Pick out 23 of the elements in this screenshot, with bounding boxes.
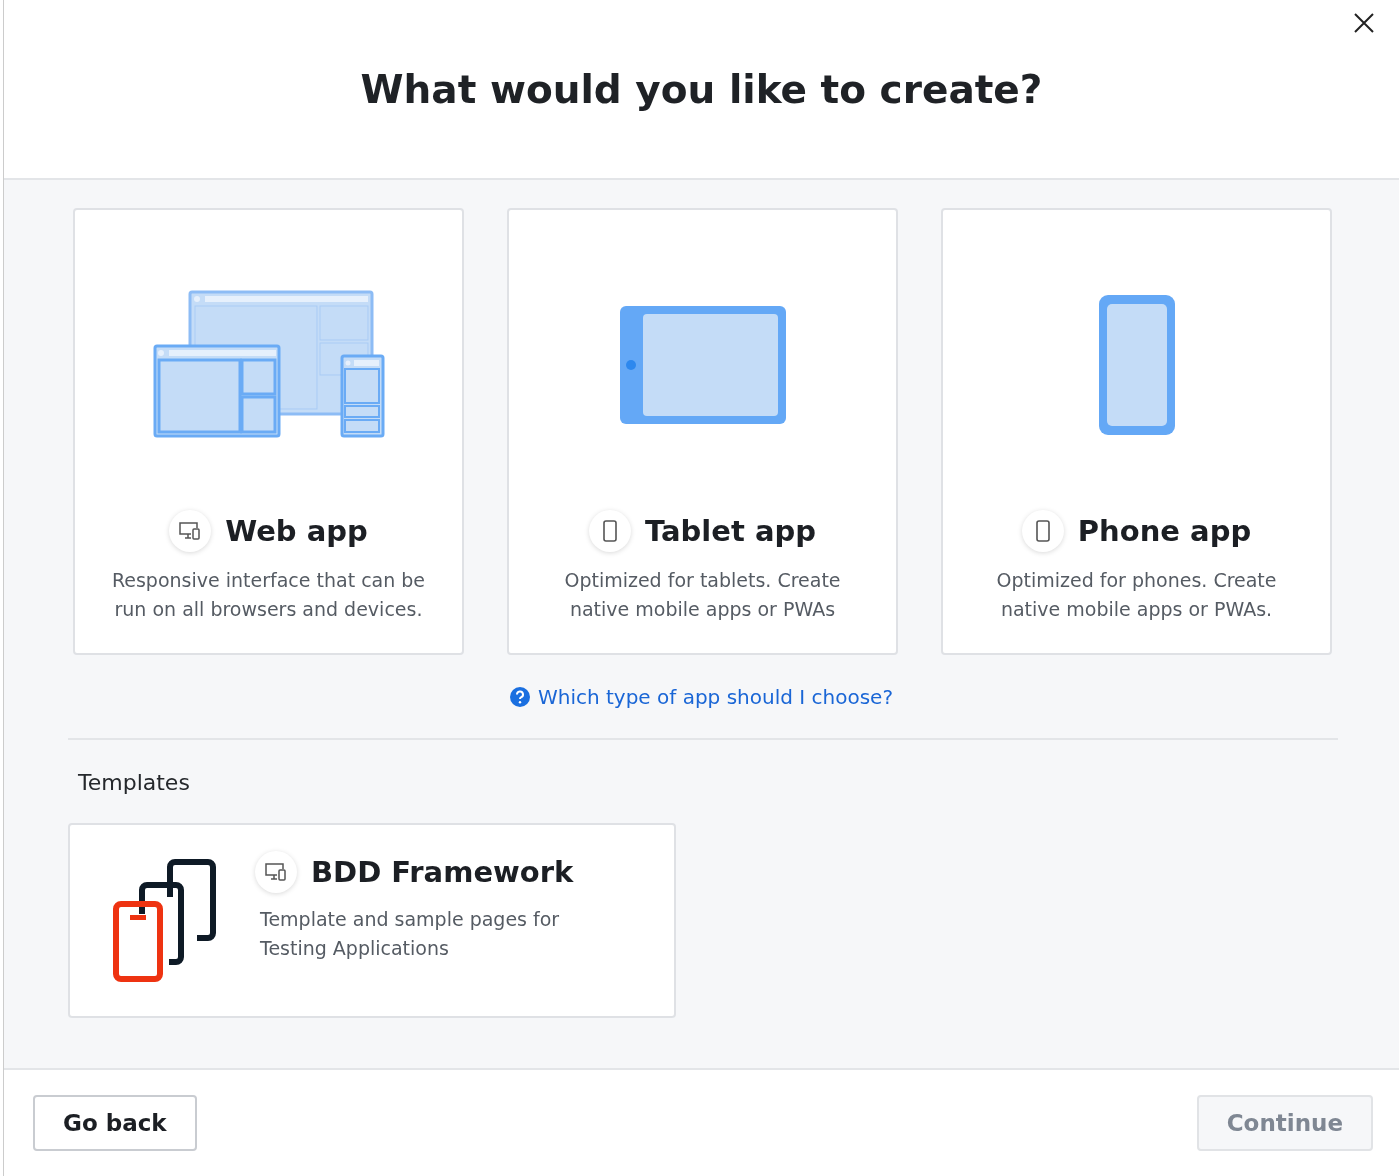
- close-icon[interactable]: [1353, 12, 1375, 34]
- card-description: Optimized for phones. Create native mobile apps or PWAs.: [995, 568, 1278, 622]
- phone-icon: [1021, 510, 1064, 552]
- app-type-card[interactable]: Phone app Optimized for phones. Create native mobile apps or PWAs.: [941, 208, 1332, 655]
- section-heading: Templates: [78, 770, 191, 795]
- app-type-card[interactable]: Web app Responsive interface that can be run on all browsers and devices.: [73, 208, 464, 655]
- card-description: Responsive interface that can be run on all browsers and devices.: [110, 568, 427, 622]
- monitor-phone-icon: [169, 510, 212, 552]
- monitor-phone-icon: [255, 851, 297, 893]
- card-title: Phone app: [1077, 514, 1252, 548]
- template-card[interactable]: BDD Framework Template and sample pages for Testing Applications: [68, 823, 676, 1018]
- card-description: Optimized for tablets. Create native mobile apps or PWAs: [563, 568, 842, 622]
- help-link[interactable]: Which type of app should I choose?: [537, 685, 894, 709]
- phones-icon: [112, 859, 216, 983]
- app-type-card[interactable]: Tablet app Optimized for tablets. Create native mobile apps or PWAs: [507, 208, 898, 655]
- template-description: Template and sample pages for Testing Applications: [260, 907, 561, 961]
- footer-button[interactable]: Go back: [33, 1095, 197, 1151]
- help-icon[interactable]: [509, 687, 530, 707]
- card-title: Web app: [225, 514, 368, 548]
- dialog-title: What would you like to create?: [360, 66, 1043, 112]
- template-title: BDD Framework: [311, 855, 574, 889]
- card-title: Tablet app: [645, 514, 816, 548]
- phone-icon: [589, 510, 631, 552]
